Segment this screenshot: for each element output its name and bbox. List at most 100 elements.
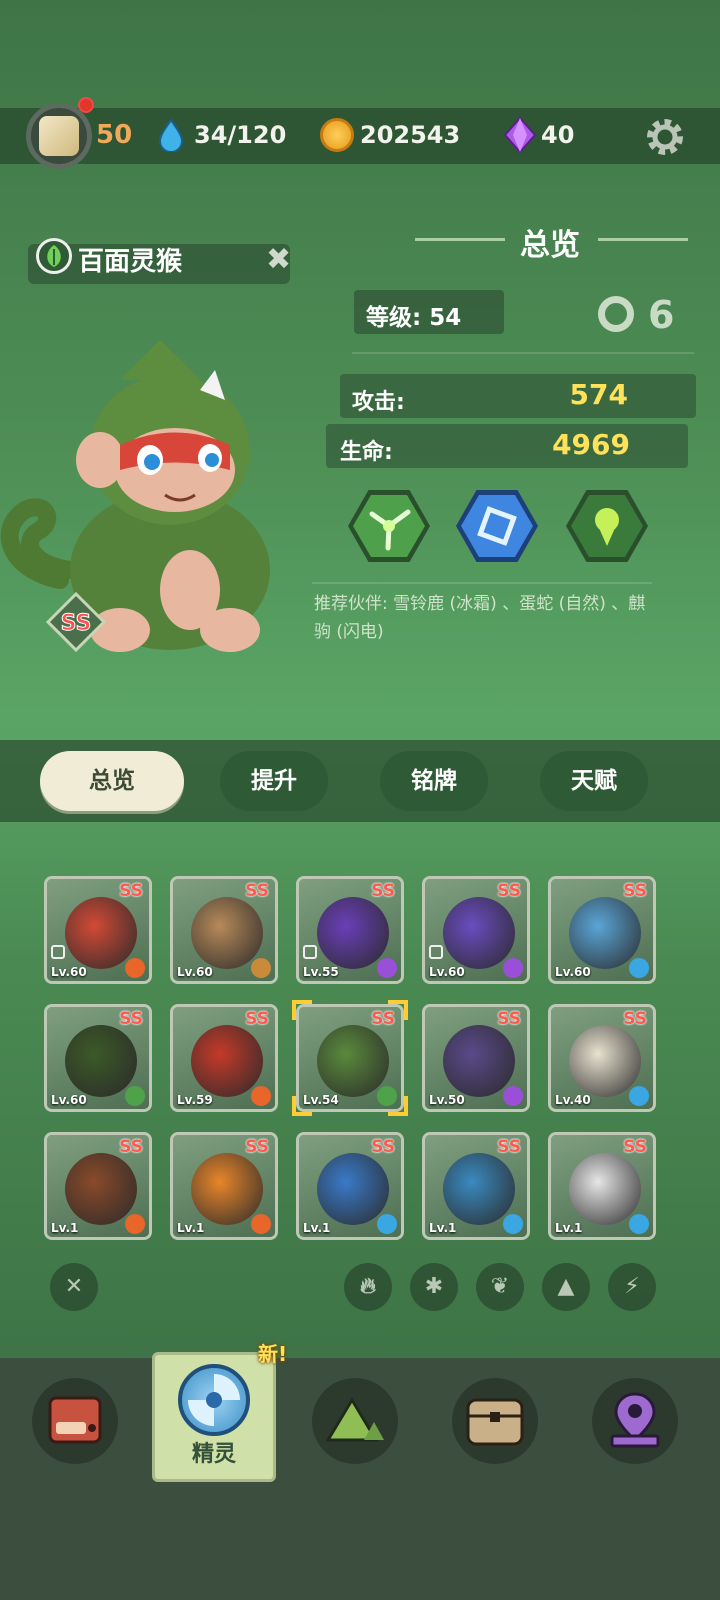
lightning-icon[interactable]: ⚡︎ xyxy=(608,1263,656,1311)
pet-card[interactable]: SS Lv.1 xyxy=(422,1132,530,1240)
frame-skill-icon[interactable] xyxy=(456,490,538,562)
water-drop-icon xyxy=(158,118,184,152)
pet-portrait xyxy=(0,340,270,652)
rarity-badge: SS xyxy=(497,1137,521,1157)
pet-portrait xyxy=(443,1153,515,1225)
pet-card[interactable]: SS Lv.60 xyxy=(422,876,530,984)
pet-portrait xyxy=(191,897,263,969)
rarity-badge: SS xyxy=(245,1009,269,1029)
tab-upgrade[interactable]: 提升 xyxy=(220,751,328,811)
pet-portrait xyxy=(65,897,137,969)
pet-level: Lv.60 xyxy=(555,965,591,979)
pet-portrait xyxy=(191,1153,263,1225)
pet-level: Lv.40 xyxy=(555,1093,591,1107)
new-badge: 新! xyxy=(258,1342,288,1366)
pet-card[interactable]: SS Lv.50 xyxy=(422,1004,530,1112)
pet-card[interactable]: SS Lv.60 xyxy=(548,876,656,984)
pet-card[interactable]: SS Lv.60 xyxy=(170,876,278,984)
pet-card[interactable]: SS Lv.60 xyxy=(44,1004,152,1112)
selection-corner xyxy=(292,1000,312,1020)
pet-portrait xyxy=(443,1025,515,1097)
map-pin-icon[interactable] xyxy=(592,1378,678,1464)
ring-icon xyxy=(598,296,634,332)
pet-level: Lv.1 xyxy=(429,1221,457,1235)
pet-card[interactable]: SS Lv.1 xyxy=(296,1132,404,1240)
close-icon[interactable]: ✕ xyxy=(50,1263,98,1311)
pet-card[interactable]: SS Lv.59 xyxy=(170,1004,278,1112)
pet-level: Lv.60 xyxy=(51,965,87,979)
pet-card[interactable]: SS Lv.1 xyxy=(44,1132,152,1240)
rarity-badge: SS xyxy=(245,881,269,901)
section-title: 总览 xyxy=(520,228,580,263)
pet-card[interactable]: SS Lv.55 xyxy=(296,876,404,984)
pet-level: Lv.60 xyxy=(177,965,213,979)
pet-level: Lv.60 xyxy=(51,1093,87,1107)
water-count: 34/120 xyxy=(194,121,287,149)
selection-corner xyxy=(388,1096,408,1116)
nav-pets-label: 精灵 xyxy=(191,1442,236,1467)
pet-portrait xyxy=(317,1153,389,1225)
pet-portrait xyxy=(65,1025,137,1097)
rarity-badge: SS xyxy=(623,1137,647,1157)
pet-portrait xyxy=(65,1153,137,1225)
attack-value: 574 xyxy=(569,378,628,411)
tab-nameplate[interactable]: 铭牌 xyxy=(380,751,488,811)
rarity-badge: SS xyxy=(119,1137,143,1157)
selection-corner xyxy=(292,1096,312,1116)
leaf-icon[interactable]: ❦ xyxy=(476,1263,524,1311)
pet-card[interactable]: SS Lv.60 xyxy=(44,876,152,984)
ice-icon xyxy=(629,958,649,978)
close-icon[interactable]: ✖ xyxy=(266,242,291,277)
ice-icon[interactable]: ✱ xyxy=(410,1263,458,1311)
pet-portrait xyxy=(317,897,389,969)
recommended-partners: 推荐伙伴: 雪铃鹿 (冰霜) 、蛋蛇 (自然) 、麒驹 (闪电) xyxy=(314,594,646,642)
divider xyxy=(352,352,694,354)
pet-name: 百面灵猴 xyxy=(78,247,183,277)
tab-talent[interactable]: 天赋 xyxy=(540,751,648,811)
fire-icon xyxy=(125,1214,145,1234)
pet-level: Lv.1 xyxy=(303,1221,331,1235)
pet-level: Lv.1 xyxy=(177,1221,205,1235)
pet-icon xyxy=(178,1364,250,1436)
pet-portrait xyxy=(569,1153,641,1225)
lightning-icon xyxy=(503,1086,523,1106)
player-level: 50 xyxy=(96,120,133,150)
pet-card[interactable]: SS Lv.40 xyxy=(548,1004,656,1112)
wind-skill-icon[interactable] xyxy=(348,490,430,562)
pet-card[interactable]: SS Lv.1 xyxy=(548,1132,656,1240)
pin-skill-icon[interactable] xyxy=(566,490,648,562)
svg-text:SS: SS xyxy=(61,611,92,636)
earth-icon[interactable]: ▲ xyxy=(542,1263,590,1311)
title-decoration-right xyxy=(598,238,688,241)
nature-icon xyxy=(125,1086,145,1106)
fire-icon xyxy=(125,958,145,978)
ice-icon xyxy=(503,1214,523,1234)
avatar-image xyxy=(39,116,79,156)
rarity-badge: SS xyxy=(119,881,143,901)
gear-icon[interactable] xyxy=(643,115,687,159)
pet-level: 等级: 54 xyxy=(366,305,462,331)
fire-icon[interactable]: 🔥︎ xyxy=(344,1263,392,1311)
earth-icon xyxy=(251,958,271,978)
rarity-badge: SS xyxy=(46,592,106,652)
rarity-badge: SS xyxy=(497,881,521,901)
pet-portrait xyxy=(443,897,515,969)
fire-icon xyxy=(251,1214,271,1234)
selection-corner xyxy=(388,1000,408,1020)
pet-level: Lv.1 xyxy=(555,1221,583,1235)
lock-icon xyxy=(303,945,317,959)
lock-icon xyxy=(429,945,443,959)
avatar[interactable] xyxy=(26,103,92,169)
pet-card[interactable]: SS Lv.1 xyxy=(170,1132,278,1240)
hp-label: 生命: xyxy=(340,440,393,465)
rarity-badge: SS xyxy=(371,881,395,901)
lock-icon xyxy=(51,945,65,959)
rarity-badge: SS xyxy=(497,1009,521,1029)
ice-icon xyxy=(377,1214,397,1234)
battle-icon[interactable] xyxy=(32,1378,118,1464)
chest-icon[interactable] xyxy=(452,1378,538,1464)
mountain-icon[interactable] xyxy=(312,1378,398,1464)
pet-portrait xyxy=(317,1025,389,1097)
pet-level: Lv.1 xyxy=(51,1221,79,1235)
tab-overview[interactable]: 总览 xyxy=(40,751,184,811)
